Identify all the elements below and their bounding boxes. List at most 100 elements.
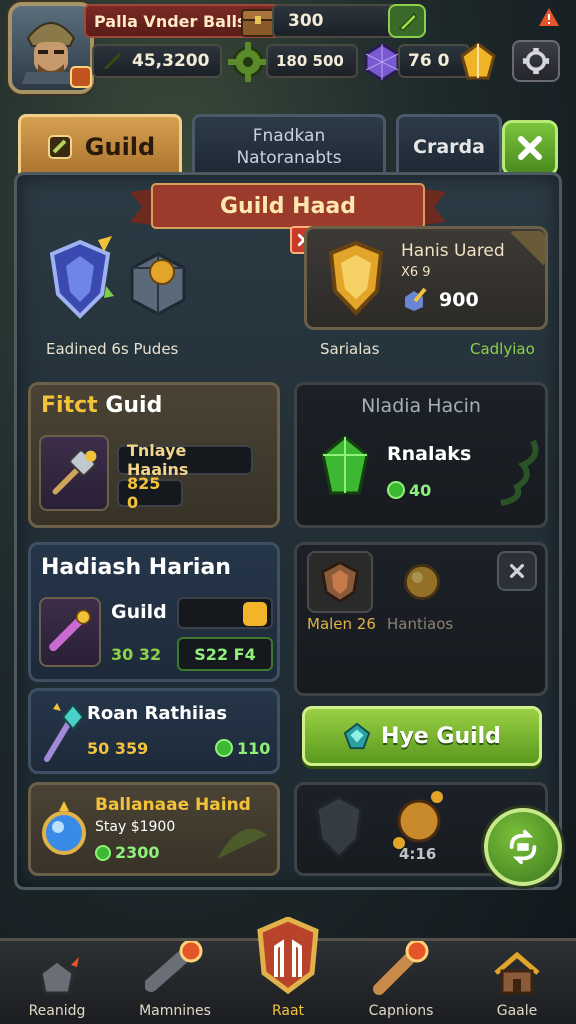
player-name: Palla Vnder Balls: [94, 11, 247, 31]
gold-gem-icon: [458, 40, 498, 84]
slot-2[interactable]: [389, 551, 455, 613]
shield-emblem-icon: [44, 236, 116, 322]
hadiash-value-left: 30 32: [111, 645, 162, 664]
reward-title: Hanis Uared: [401, 241, 505, 261]
gold-shield-icon: [325, 239, 387, 319]
close-icon: [518, 136, 542, 160]
tab-middle-line2: Natoranabts: [236, 148, 342, 168]
purple-amount: 76 0: [408, 51, 450, 71]
hadiash-title: Hadiash Harian: [41, 555, 231, 580]
close-icon: [510, 564, 524, 578]
hammer-icon: [52, 449, 97, 495]
guild-tab-icon: [47, 135, 72, 159]
leaf-decoration-icon: [493, 437, 541, 507]
banner-title: Guild Haad: [219, 193, 357, 219]
fitct-value: 825 0: [117, 474, 183, 512]
tab-middle-line1: Fnadkan: [252, 126, 326, 146]
gold-currency-bar: 300: [272, 4, 402, 38]
alert-icon[interactable]: [538, 6, 560, 28]
slot-close-button[interactable]: [497, 551, 537, 591]
bottom-navigation: Reanidg Mamnines Raat Capnions Gaale: [0, 917, 576, 1024]
card-ballanaae-haind[interactable]: Ballanaae Haind Stay $1900 2300: [28, 782, 280, 876]
card-fitct-guid[interactable]: Fitct Guid Tnlaye Haains 825 0: [28, 382, 280, 528]
hadiash-name: Guild: [111, 601, 167, 623]
green-gear-icon: [226, 40, 270, 84]
cannon-icon: [145, 941, 203, 992]
gold-orb-icon: [404, 564, 440, 600]
avatar-badge: [70, 66, 92, 88]
madia-name: Rnalaks: [387, 443, 472, 465]
green-amount: 180 500: [276, 52, 344, 70]
crate-emblem-icon: [122, 238, 194, 322]
card-roan-rathiias[interactable]: Roan Rathiias 50 359 110: [28, 688, 280, 774]
nav-label-0: Reanidg: [28, 1003, 86, 1019]
nav-label-4: Gaale: [496, 1003, 538, 1019]
add-gold-button[interactable]: [388, 4, 426, 38]
green-coin-icon: [95, 845, 111, 861]
floating-action-button[interactable]: [484, 808, 562, 886]
green-gem-icon: [398, 12, 418, 32]
hadiash-item-slot[interactable]: [39, 597, 101, 667]
purple-crystal-icon: [362, 40, 402, 84]
balance-line2: Stay $1900: [95, 819, 176, 835]
nav-label-1: Mamnines: [139, 1003, 211, 1019]
nav-item-3[interactable]: Capnions: [346, 941, 456, 1024]
mid-caption: Sarialas: [320, 340, 380, 358]
fitct-item-slot[interactable]: [39, 435, 109, 511]
hire-guild-button[interactable]: Hye Guild: [302, 706, 542, 766]
tab-guild[interactable]: Guild: [18, 114, 182, 180]
leaf-decoration-icon: [211, 815, 271, 865]
tab-middle[interactable]: Fnadkan Natoranabts: [192, 114, 386, 180]
tab-right[interactable]: Crarda: [396, 114, 502, 180]
fitct-title-accent: Fitct: [41, 393, 98, 418]
star-badge-icon: [243, 602, 267, 626]
reward-card[interactable]: Hanis Uared X6 9 900: [304, 226, 548, 330]
nav-label-2: Raat: [271, 1003, 305, 1019]
card-nladia-hacin[interactable]: Nladia Hacin Rnalaks 40: [294, 382, 548, 528]
fitct-title: Fitct Guid: [41, 393, 162, 418]
green-coin-icon: [387, 481, 405, 499]
settings-button[interactable]: [512, 40, 560, 82]
slot-1[interactable]: [307, 551, 373, 613]
gold-coin-icon: [393, 789, 445, 851]
balance-title: Ballanaae Haind: [95, 795, 251, 815]
hire-guild-label: Hye Guild: [381, 723, 501, 749]
guild-hall-banner: Guild Haad: [130, 182, 446, 230]
corner-tag: [509, 231, 545, 267]
house-icon: [494, 951, 540, 995]
roan-value-right: 110: [237, 739, 271, 758]
settings-gear-icon: [522, 47, 550, 75]
nav-item-1[interactable]: Mamnines: [120, 941, 230, 1024]
nav-item-0[interactable]: Reanidg: [2, 941, 112, 1024]
card-equipment-slots: Malen 26 Hantiaos: [294, 542, 548, 696]
locked-value: 4:16: [399, 845, 437, 863]
close-button[interactable]: [502, 120, 558, 176]
fortress-badge-icon: [257, 917, 319, 995]
guild-crest-icon: [343, 722, 371, 750]
nav-item-4[interactable]: Gaale: [462, 941, 572, 1024]
power-stat-value: 45,3200: [132, 51, 210, 71]
blue-orb-icon: [39, 799, 89, 859]
blue-crystal-icon: [401, 287, 427, 313]
nav-label-3: Capnions: [368, 1003, 434, 1019]
fitct-title-rest: Guid: [105, 393, 163, 418]
roan-title: Roan Rathiias: [87, 703, 228, 724]
nav-item-2[interactable]: Raat: [233, 911, 343, 1024]
madia-value: 40: [409, 481, 432, 500]
card-hadiash-harian[interactable]: Hadiash Harian Guild 30 32 S22 F4: [28, 542, 280, 682]
left-caption: Eadined 6s Pudes: [46, 340, 179, 358]
emerald-icon: [317, 433, 373, 503]
refresh-icon: [509, 829, 537, 865]
power-stat-bar: 45,3200: [92, 44, 222, 78]
slot1-label: Malen 26: [307, 615, 376, 633]
green-coin-icon: [215, 739, 233, 757]
hadiash-badge-slot: [177, 597, 273, 629]
torch-icon: [373, 941, 429, 995]
gold-amount: 300: [288, 11, 324, 31]
balance-value: 2300: [115, 843, 160, 862]
fitct-name: Tnlaye Haains: [117, 441, 253, 479]
scroll-icon: [49, 609, 91, 652]
green-currency-bar: 180 500: [266, 44, 358, 78]
tab-guild-label: Guild: [84, 133, 156, 161]
slot2-label: Hantiaos: [387, 615, 454, 633]
